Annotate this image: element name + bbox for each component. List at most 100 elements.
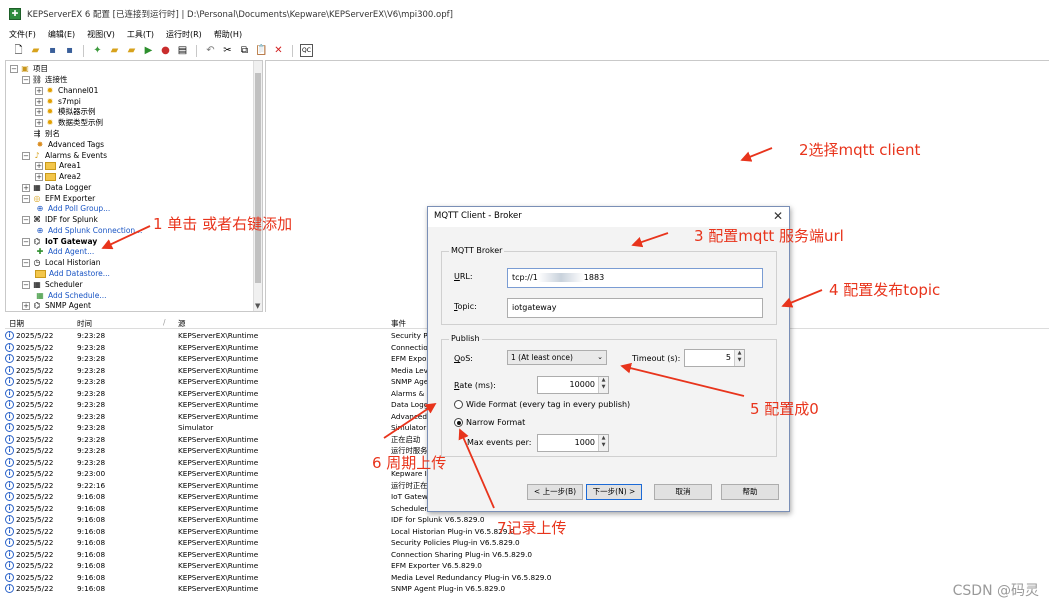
- menu-tools[interactable]: 工具(T): [127, 29, 154, 40]
- rate-stepper[interactable]: 10000 ▲ ▼: [537, 376, 609, 394]
- back-button[interactable]: < 上一步(B): [527, 484, 583, 500]
- timeout-value: 5: [725, 353, 731, 362]
- tree-item-connectivity[interactable]: − ⛓ 连接性: [22, 74, 68, 85]
- log-row[interactable]: i 2025/5/22 9:16:08 KEPServerEX\Runtime Secu…: [5, 537, 1049, 549]
- info-icon: i: [5, 538, 14, 547]
- radio-on-icon: [454, 418, 463, 427]
- tree-item-datatype[interactable]: + ✹ 数据类型示例: [35, 117, 103, 128]
- expand-icon[interactable]: +: [22, 301, 30, 310]
- scrollbar-thumb[interactable]: [255, 73, 261, 283]
- help-button[interactable]: 帮助: [721, 484, 779, 500]
- new-device-icon[interactable]: ▰: [108, 44, 121, 57]
- menu-help[interactable]: 帮助(H): [214, 29, 242, 40]
- tree-item-simulator[interactable]: + ✹ 模拟器示例: [35, 106, 96, 117]
- new-channel-icon[interactable]: ✦: [91, 44, 104, 57]
- tree-item-area2[interactable]: + Area2: [35, 171, 81, 182]
- timeout-stepper[interactable]: 5 ▲ ▼: [684, 349, 745, 367]
- spin-arrows-icon[interactable]: ▲ ▼: [734, 350, 744, 366]
- delete-icon[interactable]: ✕: [272, 44, 285, 57]
- tree-item-local-historian[interactable]: − ◷ Local Historian: [22, 257, 101, 268]
- stop-icon[interactable]: ●: [159, 44, 172, 57]
- column-event[interactable]: 事件: [391, 318, 406, 329]
- collapse-icon[interactable]: −: [22, 237, 30, 246]
- wide-format-radio[interactable]: Wide Format (every tag in every publish): [454, 400, 630, 409]
- collapse-icon[interactable]: −: [22, 194, 30, 203]
- column-time[interactable]: 时间: [77, 318, 92, 329]
- save-icon[interactable]: ▪: [46, 44, 59, 57]
- column-source[interactable]: 源: [178, 318, 186, 329]
- log-row[interactable]: i 2025/5/22 9:16:08 KEPServerEX\Runtime Medi…: [5, 572, 1049, 584]
- tree-item-snmp-agent[interactable]: + ⌬ SNMP Agent: [22, 300, 91, 311]
- channel-gear-icon: ✹: [46, 106, 54, 116]
- log-row[interactable]: i 2025/5/22 9:16:08 KEPServerEX\Runtime SNMP…: [5, 583, 1049, 595]
- tree-item-idf-splunk[interactable]: − ⌘ IDF for Splunk: [22, 214, 98, 225]
- log-row[interactable]: i 2025/5/22 9:16:08 KEPServerEX\Runtime EFM …: [5, 560, 1049, 572]
- tree-item-add-datastore[interactable]: Add Datastore...: [35, 268, 110, 279]
- tree-scrollbar[interactable]: ▼: [253, 61, 262, 311]
- new-group-icon[interactable]: ▰: [125, 44, 138, 57]
- topic-input[interactable]: iotgateway: [507, 298, 763, 318]
- log-time: 9:23:28: [77, 423, 106, 432]
- save-as-icon[interactable]: ▪: [63, 44, 76, 57]
- expand-icon[interactable]: +: [35, 118, 43, 127]
- wide-format-label: Wide Format (every tag in every publish): [466, 400, 631, 409]
- close-icon[interactable]: ✕: [773, 209, 783, 223]
- cancel-button[interactable]: 取消: [654, 484, 712, 500]
- scroll-down-icon[interactable]: ▼: [255, 302, 260, 310]
- copy-icon[interactable]: ⧉: [238, 44, 251, 57]
- collapse-icon[interactable]: −: [22, 258, 30, 267]
- tree-item-add-agent[interactable]: ✚ Add Agent...: [35, 246, 95, 257]
- new-file-icon[interactable]: 🗋: [12, 44, 25, 57]
- narrow-format-radio[interactable]: Narrow Format: [454, 418, 525, 427]
- open-folder-icon[interactable]: ▰: [29, 44, 42, 57]
- log-event: EFM Expor: [391, 354, 430, 363]
- log-row[interactable]: i 2025/5/22 9:16:08 KEPServerEX\Runtime Conn…: [5, 549, 1049, 561]
- quick-client-icon[interactable]: QC: [300, 44, 313, 57]
- tree-item-project[interactable]: − ▣ 项目: [10, 63, 48, 74]
- expand-icon[interactable]: +: [35, 107, 43, 116]
- tree-label: IoT Gateway: [45, 237, 98, 246]
- kepserver-app-icon: ✚: [9, 7, 21, 20]
- menu-edit[interactable]: 编辑(E): [48, 29, 75, 40]
- log-date: 2025/5/22: [16, 411, 54, 421]
- tree-item-advanced-tags[interactable]: ✸ Advanced Tags: [35, 139, 104, 150]
- expand-icon[interactable]: +: [35, 97, 43, 106]
- collapse-icon[interactable]: −: [22, 75, 30, 84]
- expand-icon[interactable]: +: [35, 172, 43, 181]
- log-source: KEPServerEX\Runtime: [178, 388, 259, 398]
- spin-arrows-icon[interactable]: ▲ ▼: [598, 377, 608, 393]
- log-event: Scheduler: [391, 503, 428, 513]
- log-event: IDF for Splunk V6.5.829.0: [391, 515, 485, 524]
- expand-icon[interactable]: +: [35, 161, 43, 170]
- collapse-icon[interactable]: −: [22, 151, 30, 160]
- log-date: 2025/5/22: [16, 561, 54, 570]
- qos-select[interactable]: 1 (At least once) ⌄: [507, 350, 607, 365]
- menu-file[interactable]: 文件(F): [9, 29, 36, 40]
- properties-icon[interactable]: ▤: [176, 44, 189, 57]
- tree-item-area1[interactable]: + Area1: [35, 160, 81, 171]
- tree-item-data-logger[interactable]: + ▦ Data Logger: [22, 182, 91, 193]
- tree-item-add-poll-group[interactable]: ⊕ Add Poll Group...: [35, 203, 111, 214]
- expand-icon[interactable]: +: [35, 86, 43, 95]
- log-source: KEPServerEX\Runtime: [178, 457, 259, 467]
- collapse-icon[interactable]: −: [22, 215, 30, 224]
- log-source: KEPServerEX\Runtime: [178, 515, 259, 524]
- spin-arrows-icon[interactable]: ▲ ▼: [598, 435, 608, 451]
- next-button[interactable]: 下一步(N) >: [586, 484, 642, 500]
- menu-view[interactable]: 视图(V): [87, 29, 115, 40]
- tree-item-channel01[interactable]: + ✹ Channel01: [35, 85, 98, 96]
- tree-item-alias[interactable]: ⇶ 别名: [32, 128, 60, 139]
- menu-runtime[interactable]: 运行时(R): [166, 29, 202, 40]
- tree-item-add-splunk[interactable]: ⊕ Add Splunk Connection...: [35, 225, 143, 236]
- max-events-stepper[interactable]: 1000 ▲ ▼: [537, 434, 609, 452]
- paste-icon[interactable]: 📋: [255, 44, 268, 57]
- play-icon[interactable]: ▶: [142, 44, 155, 57]
- tree-item-scheduler[interactable]: − ▦ Scheduler: [22, 279, 83, 290]
- collapse-icon[interactable]: −: [10, 64, 18, 73]
- column-date[interactable]: 日期: [9, 318, 24, 329]
- cut-icon[interactable]: ✂: [221, 44, 234, 57]
- collapse-icon[interactable]: −: [22, 280, 30, 289]
- url-input[interactable]: tcp://1 1883: [507, 268, 763, 288]
- expand-icon[interactable]: +: [22, 183, 30, 192]
- undo-icon[interactable]: ↶: [204, 44, 217, 57]
